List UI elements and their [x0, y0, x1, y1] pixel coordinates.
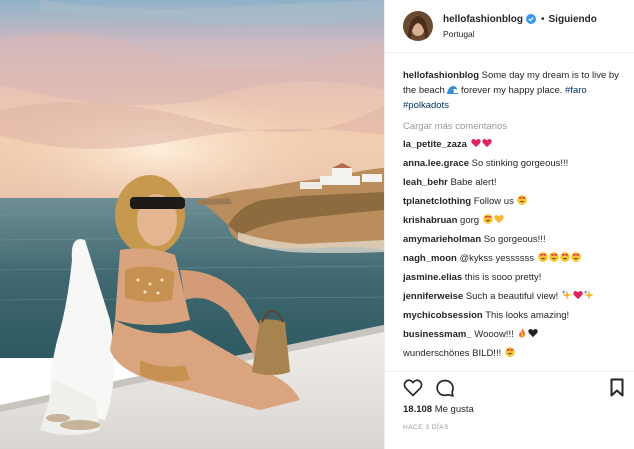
wave-emoji-icon	[447, 85, 461, 96]
likes-number: 18.108	[403, 404, 433, 415]
comment-item: jasmine.elias this is sooo pretty!	[403, 271, 626, 284]
comment-username[interactable]: jenniferweise	[403, 291, 463, 302]
avatar[interactable]	[403, 11, 433, 41]
post-actions: 18.108 Me gusta HACE 3 DÍAS	[385, 371, 634, 449]
comment-username[interactable]: amymarieholman	[403, 234, 481, 245]
comment-item: anna.lee.grace So stinking gorgeous!!!	[403, 157, 626, 170]
heart-eyes-emoji-icon	[537, 252, 548, 264]
black-heart-emoji-icon	[527, 329, 539, 340]
comment-username[interactable]: la_petite_zaza	[403, 139, 467, 150]
bookmark-icon[interactable]	[610, 378, 624, 400]
post-caption: hellofashionblog Some day my dream is to…	[403, 68, 626, 113]
comment-text: So stinking gorgeous!!!	[471, 158, 569, 169]
comment-text: This looks amazing!	[485, 310, 570, 321]
sparkles-emoji-icon	[583, 290, 594, 302]
heart-eyes-emoji-icon	[548, 252, 559, 264]
comment-item: leah_behr Babe alert!	[403, 176, 626, 189]
comment-icon[interactable]	[435, 378, 455, 401]
comment-item: amymarieholman So gorgeous!!!	[403, 233, 626, 246]
caption-text-continued: forever my happy place.	[461, 85, 563, 96]
comment-text: Wooow!!!	[474, 329, 514, 340]
comment-username[interactable]: anna.lee.grace	[403, 158, 469, 169]
likes-label: Me gusta	[434, 404, 474, 415]
comment-text: Such a beautiful view!	[465, 291, 559, 302]
comments-list: hellofashionblog Some day my dream is to…	[403, 68, 626, 368]
following-button[interactable]: Siguiendo	[549, 14, 597, 25]
comment-rows: la_petite_zaza anna.lee.grace So stinkin…	[403, 138, 626, 360]
comment-text: So gorgeous!!!	[483, 234, 546, 245]
heart-eyes-emoji-icon	[504, 347, 515, 359]
comment-item: jenniferweise Such a beautiful view!	[403, 290, 626, 303]
fire-emoji-icon	[516, 328, 527, 340]
heart-eyes-emoji-icon	[559, 252, 570, 264]
comment-username[interactable]: mychicobsession	[403, 310, 483, 321]
comment-text: this is sooo pretty!	[464, 272, 542, 283]
post-timestamp[interactable]: HACE 3 DÍAS	[403, 424, 449, 431]
verified-badge-icon	[526, 14, 536, 24]
heart-eyes-emoji-icon	[482, 214, 493, 226]
likes-count[interactable]: 18.108 Me gusta	[403, 404, 474, 415]
comment-username[interactable]: jasmine.elias	[403, 272, 462, 283]
hashtag-link[interactable]: #polkadots	[403, 100, 449, 111]
hashtag-link[interactable]: #faro	[565, 85, 587, 96]
comment-item: krishabruan gorg	[403, 214, 626, 227]
instagram-post: hellofashionblog • Siguiendo Portugal he…	[0, 0, 634, 449]
heart-eyes-emoji-icon	[516, 195, 528, 207]
heart-outline-icon[interactable]	[403, 378, 423, 400]
post-photo[interactable]	[0, 0, 384, 449]
caption-username[interactable]: hellofashionblog	[403, 70, 479, 81]
load-more-comments[interactable]: Cargar más comentarios	[403, 121, 626, 132]
yellow-heart-emoji-icon	[493, 215, 504, 226]
post-header: hellofashionblog • Siguiendo Portugal	[385, 0, 634, 53]
avatar-image	[403, 11, 433, 41]
comment-text: @kykss yessssss	[459, 253, 535, 264]
comment-item: la_petite_zaza	[403, 138, 626, 151]
comment-text: Babe alert!	[450, 177, 497, 188]
beach-sunset-photo	[0, 0, 384, 449]
red-heart-emoji-icon	[470, 139, 481, 150]
location-link[interactable]: Portugal	[443, 29, 597, 39]
comment-item: mychicobsession This looks amazing!	[403, 309, 626, 322]
separator-dot: •	[541, 13, 545, 25]
comment-username[interactable]: krishabruan	[403, 215, 457, 226]
comment-username[interactable]: leah_behr	[403, 177, 448, 188]
comment-text: gorg	[460, 215, 480, 226]
comment-username[interactable]: nagh_moon	[403, 253, 457, 264]
header-username[interactable]: hellofashionblog	[443, 14, 523, 25]
red-heart-emoji-icon	[481, 139, 492, 150]
comment-text: wunderschönes BILD!!!	[403, 348, 502, 359]
heart-eyes-emoji-icon	[570, 252, 581, 264]
post-sidebar: hellofashionblog • Siguiendo Portugal he…	[384, 0, 634, 449]
comment-username[interactable]: businessmam_	[403, 329, 472, 340]
comment-username[interactable]: tplanetclothing	[403, 196, 471, 207]
comment-item: nagh_moon @kykss yessssss	[403, 252, 626, 265]
comment-item: businessmam_ Wooow!!!	[403, 328, 626, 341]
comment-text: Follow us	[473, 196, 514, 207]
red-heart-emoji-icon	[572, 291, 583, 302]
comment-item: tplanetclothing Follow us	[403, 195, 626, 208]
sparkles-emoji-icon	[561, 290, 572, 302]
comment-item: wunderschönes BILD!!!	[403, 347, 626, 360]
